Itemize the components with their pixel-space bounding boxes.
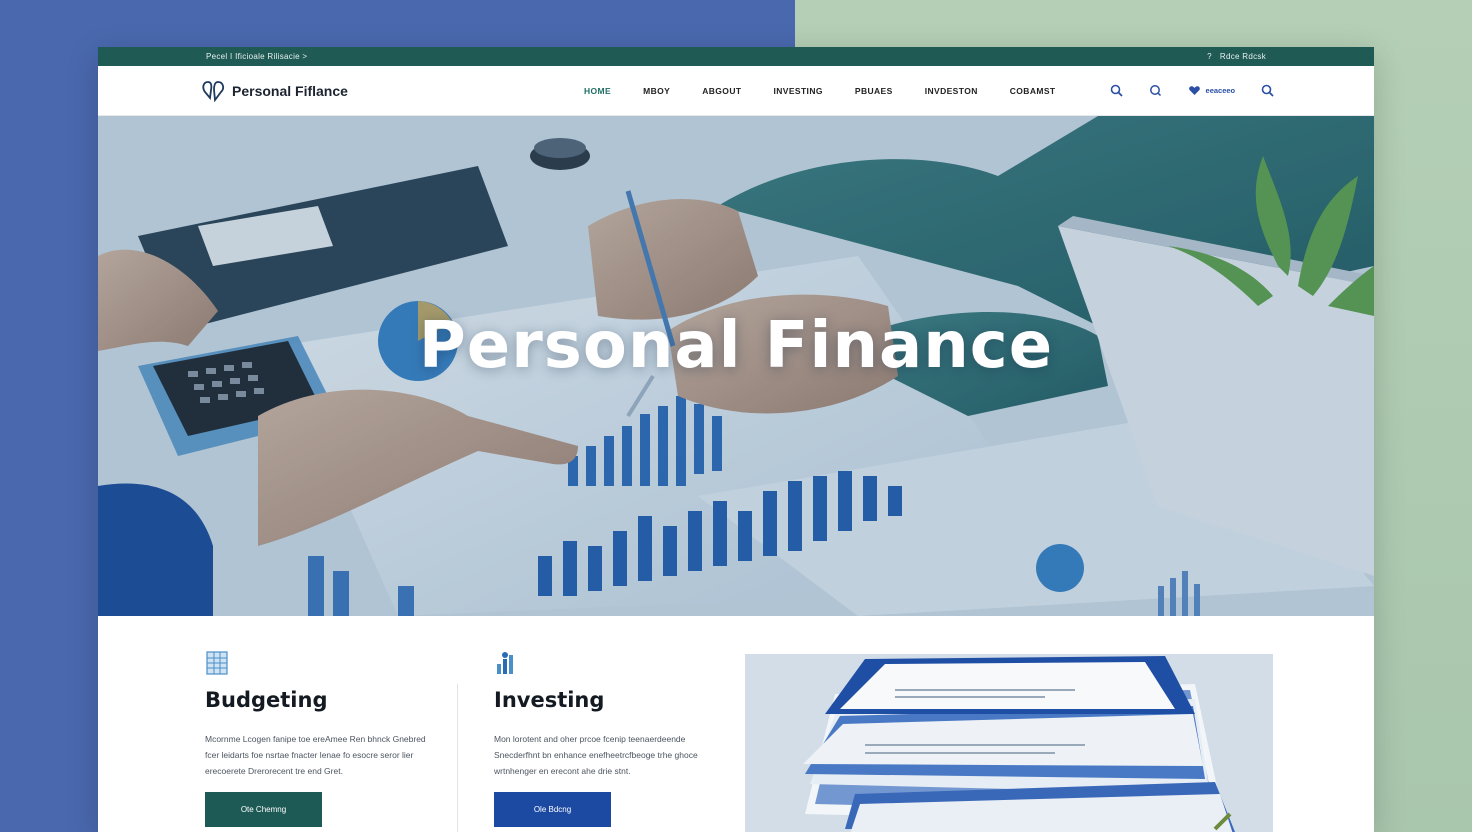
- investing-cta-button[interactable]: Ole Bdcng: [494, 792, 611, 827]
- brand[interactable]: Personal Fiflance: [202, 80, 568, 102]
- main-nav: Home Mboy Abgout Investing Pbuaes Invdes…: [568, 86, 1072, 96]
- nav-pbuaes[interactable]: Pbuaes: [839, 86, 909, 96]
- search-button-secondary[interactable]: [1261, 84, 1274, 97]
- chat-icon: [1149, 85, 1161, 97]
- utility-right-text: Rdce Rdcsk: [1219, 52, 1266, 61]
- brand-name: Personal Fiflance: [232, 82, 348, 99]
- nav-home[interactable]: Home: [568, 86, 627, 96]
- utility-left-text[interactable]: Pecel I Ificioale Rilisacie >: [206, 52, 307, 61]
- account-button[interactable]: eeaceeo: [1188, 84, 1236, 97]
- ledger-icon: [206, 651, 228, 675]
- search-icon: [1261, 84, 1274, 97]
- nav-invdeston[interactable]: Invdeston: [909, 86, 994, 96]
- feature-divider: [457, 684, 458, 832]
- search-icon: [1110, 84, 1123, 97]
- chat-button[interactable]: [1149, 84, 1162, 97]
- paper-stack-image: [745, 654, 1273, 832]
- website-page: Pecel I Ificioale Rilisacie > ? Rdce Rdc…: [98, 47, 1374, 832]
- utility-bar: Pecel I Ificioale Rilisacie > ? Rdce Rdc…: [98, 47, 1374, 66]
- search-button[interactable]: [1110, 84, 1123, 97]
- hero-banner: Personal Finance: [98, 116, 1374, 616]
- features-section: Budgeting Mcornme Lcogen fanipe toe ereA…: [98, 616, 1374, 832]
- nav-mboy[interactable]: Mboy: [627, 86, 686, 96]
- account-label: eeaceeo: [1205, 86, 1236, 95]
- feature-description: Mcornme Lcogen fanipe toe ereAmee Ren bh…: [205, 734, 426, 776]
- documents-photo: [745, 654, 1273, 832]
- header-tools: eeaceeo: [1110, 84, 1275, 97]
- info-icon: ?: [1207, 52, 1212, 61]
- utility-right[interactable]: ? Rdce Rdcsk: [1207, 52, 1266, 61]
- heart-icon: [1188, 86, 1200, 95]
- budgeting-cta-button[interactable]: Ote Chemng: [205, 792, 322, 827]
- nav-about[interactable]: Abgout: [686, 86, 757, 96]
- nav-investing[interactable]: Investing: [757, 86, 838, 96]
- hero-title: Personal Finance: [418, 309, 1054, 383]
- feature-title: Investing: [494, 688, 605, 712]
- feature-description: Mon lorotent and oher prcoe fcenip teena…: [494, 734, 698, 776]
- nav-cobamst[interactable]: Cobamst: [994, 86, 1072, 96]
- site-header: Personal Fiflance Home Mboy Abgout Inves…: [98, 66, 1374, 116]
- brand-logo-icon: [202, 80, 225, 102]
- feature-title: Budgeting: [205, 688, 328, 712]
- growth-chart-icon: [497, 652, 513, 674]
